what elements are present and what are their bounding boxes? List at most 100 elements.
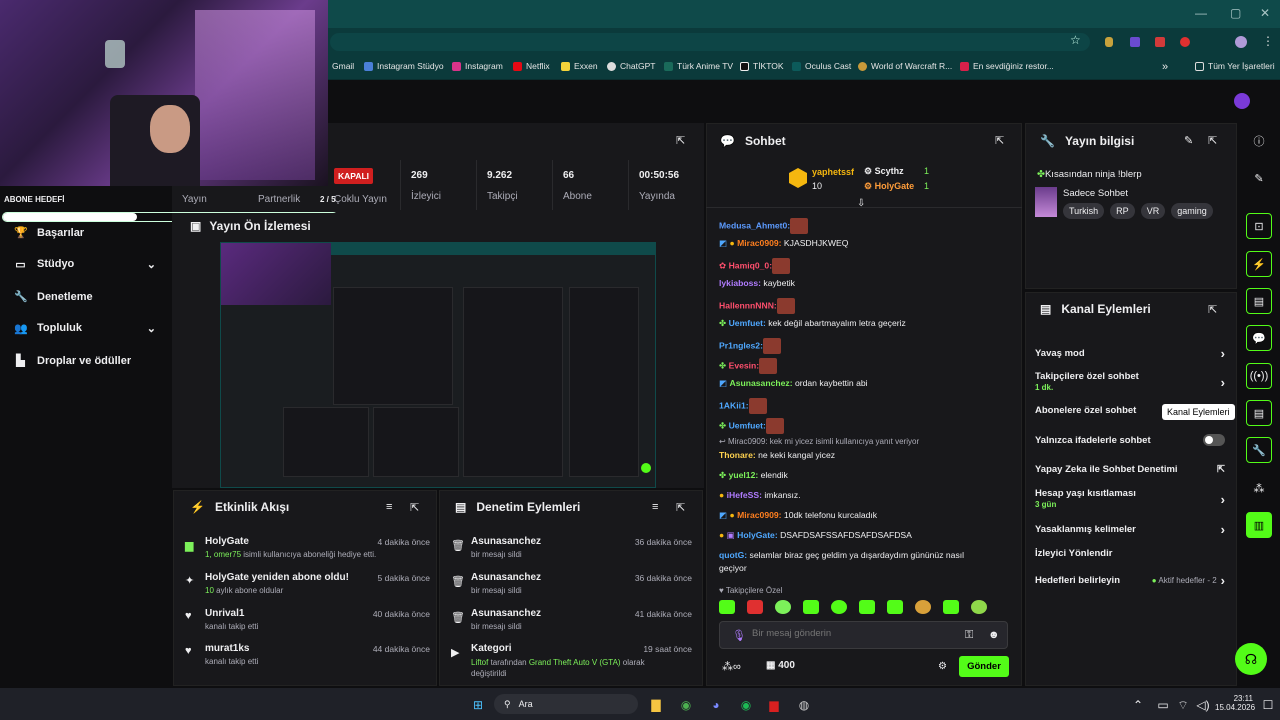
event-item: HolyGate yeniden abone oldu! 5 dakika önc… (185, 572, 430, 595)
chat-reply-context: ↩ Mirac0909: kek mi yicez isimli kullanı… (719, 437, 920, 446)
action-goals[interactable]: Hedefleri belirleyin ● Aktif hedefler - 2… (1035, 573, 1225, 588)
action-raid[interactable]: İzleyici Yönlendir (1035, 548, 1225, 559)
emoji-icon[interactable]: ☻ (988, 629, 1000, 641)
action-emote-only[interactable]: Yalnızca ifadelerle sohbet (1035, 434, 1225, 446)
bookmark-wow[interactable]: World of Warcraft R... (858, 61, 952, 71)
tag[interactable]: VR (1140, 203, 1166, 219)
tray-chevron-icon[interactable]: ⌃ (1130, 692, 1146, 718)
bookmark-netflix[interactable]: Netflix (513, 61, 550, 71)
lightning-icon[interactable]: ⚡ (1246, 251, 1272, 277)
wrench-icon[interactable]: 🔧 (1246, 437, 1272, 463)
sidebar-item-moderation[interactable]: 🔧 Denetleme (14, 290, 93, 304)
infinity-icon[interactable]: ⁂∞ (722, 660, 741, 673)
menu-icon[interactable]: ⋮ (1262, 34, 1274, 48)
preview-widget-icon[interactable]: ⊡ (1246, 213, 1272, 239)
community-icon[interactable]: ⁂ (1246, 475, 1272, 501)
sidebar-item-achievements[interactable]: 🏆 Başarılar (14, 226, 84, 240)
action-ai-moderation[interactable]: Yapay Zeka ile Sohbet Denetimi ⇱ (1035, 464, 1225, 475)
file-explorer-icon[interactable]: ▇ (646, 692, 666, 718)
bookmarks-overflow-icon[interactable]: » (1162, 61, 1168, 73)
send-button[interactable]: Gönder (959, 656, 1009, 677)
stats-icon[interactable]: ▥ (1246, 512, 1272, 538)
action-banned-words[interactable]: Yasaklanmış kelimeler › (1035, 522, 1225, 537)
action-slow-mode[interactable]: Yavaş mod › (1035, 346, 1225, 361)
bookmark-tiktok[interactable]: TİKTOK (740, 61, 784, 71)
app-icon[interactable]: ▆ (764, 692, 784, 718)
tag[interactable]: gaming (1171, 203, 1213, 219)
spotify-icon[interactable]: ◉ (736, 692, 756, 718)
clock[interactable]: 23:11 15.04.2026 (1215, 694, 1255, 712)
trash-icon: 🗑 (451, 576, 465, 588)
wifi-icon[interactable]: ⌔ (1175, 692, 1191, 718)
bookmark-restaurant[interactable]: En sevdiğiniz restor... (960, 61, 1054, 71)
channel-points[interactable]: ▦ 400 (766, 660, 795, 671)
popout-icon[interactable]: ⇱ (676, 134, 685, 147)
leader-third[interactable]: ⚙ HolyGate (864, 181, 914, 192)
popout-icon[interactable]: ⇱ (995, 134, 1004, 147)
maximize-icon[interactable]: ▢ (1230, 6, 1241, 20)
document-icon[interactable]: ▤ (1246, 288, 1272, 314)
edit-icon[interactable]: ✎ (1184, 134, 1193, 147)
bookmark-anime[interactable]: Türk Anime TV (664, 61, 733, 71)
chat-header: 💬 Sohbet (720, 134, 786, 148)
extension-icon[interactable] (1180, 37, 1190, 47)
volume-icon[interactable]: ◁) (1195, 692, 1211, 718)
extension-icon[interactable] (1130, 37, 1140, 47)
leader-second[interactable]: ⚙ Scythz (864, 166, 904, 177)
taskbar-search[interactable]: ⚲ Ara (494, 694, 638, 714)
discord-icon[interactable]: ◕ (706, 692, 726, 718)
leader-first[interactable]: yaphetssf (812, 167, 854, 177)
chat-input-box[interactable]: 🎙 ⚿ ☻ (719, 621, 1008, 649)
bookmark-instagram-studio[interactable]: Instagram Stüdyo (364, 61, 444, 71)
tray-icon[interactable]: ▭ (1155, 692, 1171, 718)
user-avatar[interactable] (1234, 93, 1250, 109)
bookmark-gmail[interactable]: Gmail (332, 61, 354, 71)
filter-icon[interactable]: ≡ (386, 501, 392, 513)
category-thumbnail[interactable] (1035, 187, 1057, 217)
sidebar-item-studio[interactable]: ▭ Stüdyo ⌄ (14, 258, 156, 271)
category-name[interactable]: Sadece Sohbet (1063, 188, 1128, 199)
mic-icon[interactable]: 🎙 (732, 629, 746, 642)
popout-icon[interactable]: ⇱ (1208, 134, 1217, 147)
tag[interactable]: RP (1110, 203, 1135, 219)
all-bookmarks[interactable]: Tüm Yer İşaretleri (1195, 61, 1275, 71)
preview-video[interactable] (220, 242, 656, 488)
sidebar-item-community[interactable]: 👥 Topluluk ⌄ (14, 322, 156, 335)
channel-actions-icon[interactable]: ▤ (1246, 400, 1272, 426)
extension-icon[interactable] (1105, 37, 1113, 47)
settings-icon[interactable]: ⚙ (938, 661, 947, 672)
info-icon[interactable]: ⓘ (1246, 128, 1272, 154)
star-icon[interactable]: ☆ (1070, 33, 1081, 47)
windows-start-icon[interactable]: ⊞ (466, 692, 490, 718)
bookmark-oculus[interactable]: Oculus Cast (792, 61, 851, 71)
help-icon[interactable]: ☊ (1235, 643, 1267, 675)
action-followers-only[interactable]: Takipçilere özel sohbet 1 dk. › (1035, 371, 1225, 393)
popout-icon[interactable]: ⇱ (410, 501, 419, 514)
bookmark-chatgpt[interactable]: ChatGPT (607, 61, 655, 71)
chat-icon[interactable]: 💬 (1246, 325, 1272, 351)
popout-icon[interactable]: ⇱ (1208, 303, 1217, 316)
chat-input[interactable] (752, 628, 932, 639)
event-item: HolyGate 4 dakika önce 1, omer75 isimli k… (185, 536, 430, 559)
extension-icon[interactable] (1155, 37, 1165, 47)
filter-icon[interactable]: ≡ (652, 501, 658, 513)
popout-icon[interactable]: ⇱ (676, 501, 685, 514)
tag[interactable]: Turkish (1063, 203, 1105, 219)
close-icon[interactable]: ✕ (1260, 6, 1270, 20)
notification-icon[interactable]: ☐ (1260, 692, 1276, 718)
stat-viewers: 269 İzleyici (400, 160, 476, 210)
address-bar[interactable] (330, 33, 1090, 51)
app-icon[interactable]: ◍ (794, 692, 814, 718)
translate-icon[interactable]: ⚿ (965, 629, 973, 642)
broadcast-icon[interactable]: ((•)) (1246, 363, 1272, 389)
sidebar-item-drops[interactable]: ▙ Droplar ve ödüller (14, 354, 131, 368)
minimize-icon[interactable]: — (1195, 6, 1207, 20)
action-account-age[interactable]: Hesap yaşı kısıtlaması 3 gün › (1035, 488, 1225, 510)
chat-message: ● iHefeSS: imkansız. (719, 490, 801, 500)
chrome-icon[interactable]: ◉ (676, 692, 696, 718)
bookmark-instagram[interactable]: Instagram (452, 61, 503, 71)
edit-icon[interactable]: ✎ (1246, 165, 1272, 191)
profile-avatar[interactable] (1235, 36, 1247, 48)
sub-goal-count: 2 / 5 (320, 195, 336, 204)
bookmark-exxen[interactable]: Exxen (561, 61, 598, 71)
